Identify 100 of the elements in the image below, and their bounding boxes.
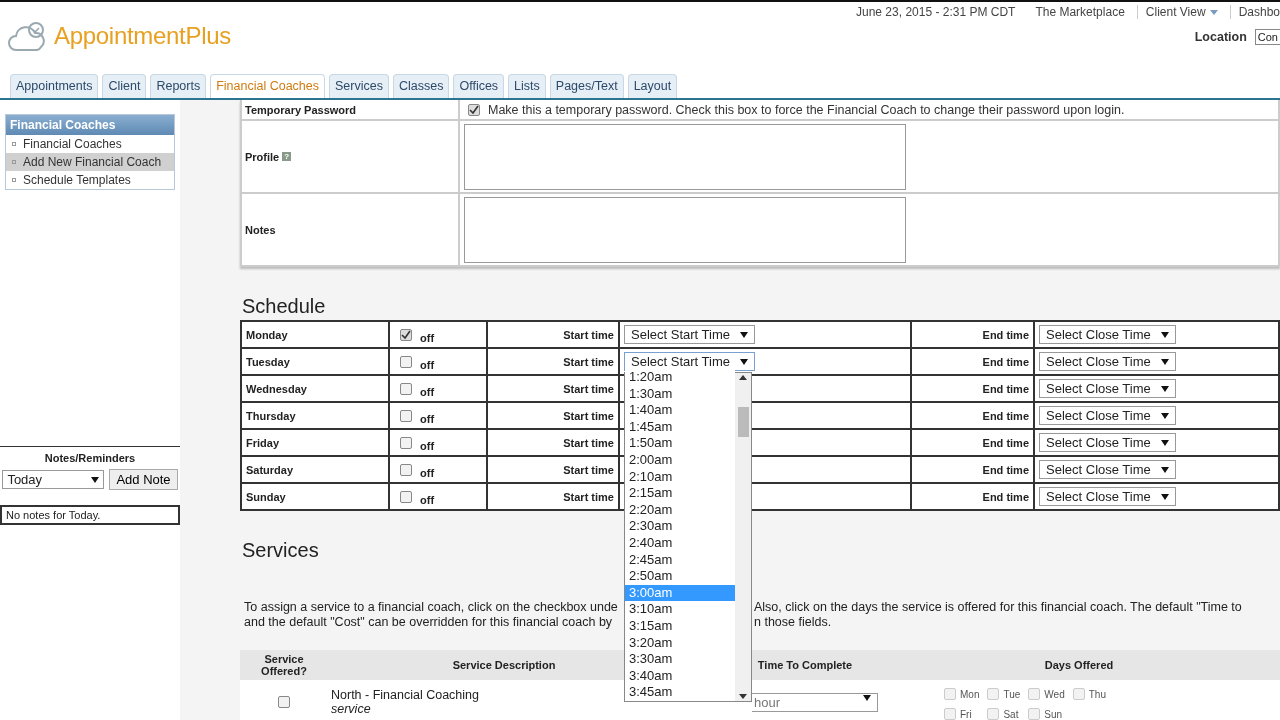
checkbox[interactable] bbox=[987, 708, 1000, 720]
off-label: off bbox=[420, 358, 435, 371]
caret-icon bbox=[1160, 331, 1169, 338]
off-label: off bbox=[420, 385, 435, 398]
sidebar-item[interactable]: Add New Financial Coach bbox=[6, 153, 174, 171]
checkbox[interactable] bbox=[400, 382, 412, 395]
checkbox[interactable] bbox=[1028, 708, 1041, 720]
client-view-menu[interactable]: Client View bbox=[1136, 5, 1218, 19]
nav-tab[interactable]: Pages/Text bbox=[549, 74, 624, 98]
bullet-icon bbox=[12, 142, 16, 146]
caret-icon bbox=[1209, 9, 1218, 15]
nav-tab[interactable]: Offices bbox=[453, 74, 505, 98]
caret-icon bbox=[740, 358, 748, 365]
header-link[interactable]: Dashbo bbox=[1229, 5, 1280, 19]
scroll-thumb[interactable] bbox=[738, 407, 749, 437]
text-area[interactable] bbox=[464, 196, 906, 263]
caret-icon bbox=[1160, 466, 1169, 473]
start-time-label: Start time bbox=[563, 328, 614, 341]
end-time-select[interactable]: Select Close Time bbox=[1039, 352, 1176, 371]
checkbox[interactable] bbox=[400, 490, 412, 503]
caret-icon bbox=[1160, 358, 1169, 365]
day-label: Sat bbox=[1003, 709, 1019, 720]
end-time-label: End time bbox=[982, 382, 1029, 395]
nav-tab[interactable]: Reports bbox=[150, 74, 207, 98]
start-time-label: Start time bbox=[563, 490, 614, 503]
duration-select[interactable]: hour bbox=[752, 692, 878, 712]
day-label: Monday bbox=[246, 328, 288, 341]
day-label: Mon bbox=[960, 689, 980, 700]
checkbox[interactable] bbox=[468, 103, 480, 116]
checkbox[interactable] bbox=[400, 409, 412, 422]
header-link[interactable]: The Marketplace bbox=[1027, 5, 1125, 19]
field-label: Temporary Password bbox=[245, 103, 357, 116]
cloud-logo-icon bbox=[8, 20, 48, 52]
nav-tab[interactable]: Client bbox=[102, 74, 147, 98]
field-label: Profile bbox=[245, 150, 280, 163]
intro-text: Also, click on the days the service is offered for this financial coach. The default "Time to bbox=[754, 600, 1242, 615]
end-time-select[interactable]: Select Close Time bbox=[1039, 379, 1176, 398]
date-time: June 23, 2015 - 2:31 PM CDT bbox=[856, 5, 1016, 19]
checkbox-label: Make this a temporary password. Check this box to force the Financial Coach to change their password upon login. bbox=[488, 102, 1125, 117]
column-header: Days Offered bbox=[1043, 659, 1115, 671]
end-time-select[interactable]: Select Close Time bbox=[1039, 433, 1176, 452]
intro-text: To assign a service to a financial coach, click on the checkbox unde bbox=[244, 600, 618, 615]
end-time-select[interactable]: Select Close Time bbox=[1039, 406, 1176, 425]
start-time-select[interactable]: Select Start Time bbox=[624, 352, 755, 371]
service-type: service bbox=[331, 702, 371, 716]
nav-tab[interactable]: Classes bbox=[392, 74, 450, 98]
checkbox[interactable] bbox=[987, 688, 1000, 700]
checkbox[interactable] bbox=[944, 688, 956, 700]
caret-icon bbox=[740, 331, 748, 338]
caret-icon bbox=[863, 694, 871, 701]
end-time-label: End time bbox=[982, 490, 1029, 503]
checkbox[interactable] bbox=[400, 436, 412, 449]
caret-icon bbox=[91, 476, 100, 483]
end-time-label: End time bbox=[982, 409, 1029, 422]
day-label: Sunday bbox=[246, 490, 286, 503]
section-heading: Schedule bbox=[242, 295, 326, 318]
nav-tab[interactable]: Services bbox=[329, 74, 389, 98]
notes-box: No notes for Today. bbox=[0, 505, 180, 525]
off-label: off bbox=[420, 331, 435, 344]
service-name: North - Financial Coaching bbox=[331, 688, 479, 702]
notes-title: Notes/Reminders bbox=[44, 452, 136, 464]
day-label: Thursday bbox=[246, 409, 296, 422]
column-header: Service Description bbox=[451, 659, 557, 671]
checkbox[interactable] bbox=[944, 708, 956, 720]
end-time-label: End time bbox=[982, 355, 1029, 368]
section-heading: Services bbox=[242, 539, 319, 562]
end-time-select[interactable]: Select Close Time bbox=[1039, 487, 1176, 506]
nav-tab[interactable]: Lists bbox=[508, 74, 546, 98]
intro-text: n those fields. bbox=[754, 615, 832, 630]
day-label: Friday bbox=[246, 436, 279, 449]
add-note-button[interactable]: Add Note bbox=[109, 469, 178, 490]
checkbox[interactable] bbox=[1072, 688, 1085, 700]
start-time-label: Start time bbox=[563, 463, 614, 476]
text-area[interactable] bbox=[464, 123, 906, 190]
start-time-label: Start time bbox=[563, 355, 614, 368]
off-label: off bbox=[420, 412, 435, 425]
period-select[interactable]: Today bbox=[2, 470, 105, 489]
start-time-label: Start time bbox=[563, 409, 614, 422]
field-label: Notes bbox=[245, 223, 276, 236]
end-time-select[interactable]: Select Close Time bbox=[1039, 325, 1176, 344]
caret-icon bbox=[1160, 493, 1169, 500]
off-label: off bbox=[420, 439, 435, 452]
day-label: Sun bbox=[1044, 709, 1063, 720]
start-time-label: Start time bbox=[563, 382, 614, 395]
checkbox[interactable] bbox=[400, 463, 412, 476]
checkbox[interactable] bbox=[1028, 688, 1041, 700]
end-time-select[interactable]: Select Close Time bbox=[1039, 460, 1176, 479]
day-label: Fri bbox=[960, 709, 972, 720]
checkbox[interactable] bbox=[278, 696, 290, 708]
end-time-label: End time bbox=[982, 463, 1029, 476]
off-label: off bbox=[420, 493, 435, 506]
location-select[interactable]: Con bbox=[1254, 29, 1280, 45]
checkbox[interactable] bbox=[400, 328, 412, 341]
scroll-up-icon bbox=[739, 375, 747, 380]
caret-icon bbox=[1160, 412, 1169, 419]
scrollbar[interactable] bbox=[735, 373, 751, 701]
nav-tab[interactable]: Layout bbox=[627, 74, 678, 98]
nav-tab[interactable]: Appointments bbox=[10, 74, 99, 98]
start-time-select[interactable]: Select Start Time bbox=[624, 325, 755, 344]
checkbox[interactable] bbox=[400, 355, 412, 368]
